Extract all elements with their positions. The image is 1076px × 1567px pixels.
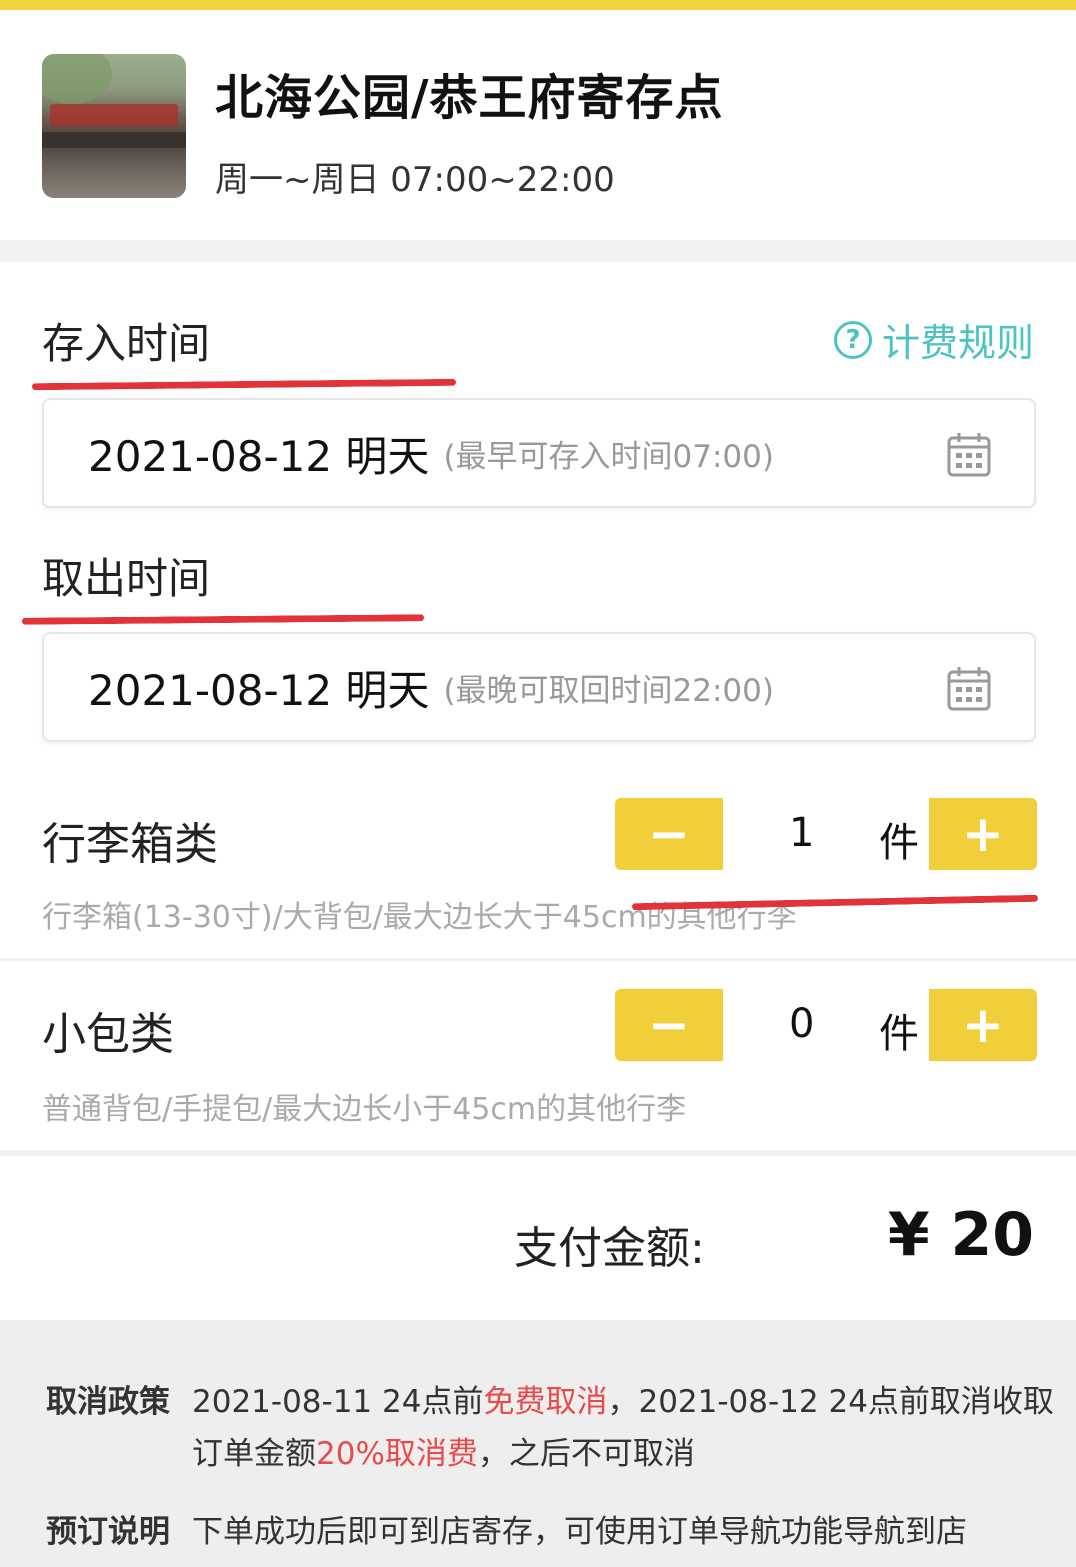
store-hours: 周一~周日 07:00~22:00 [215, 160, 615, 200]
luggage-quantity-field[interactable]: 1 件 [723, 798, 929, 870]
annotation-underline [31, 378, 457, 391]
top-accent-bar [0, 0, 1076, 10]
store-header: 北海公园/恭王府寄存点 周一~周日 07:00~22:00 [0, 10, 1076, 240]
deposit-date-value: 2021-08-12 明天 [88, 431, 430, 481]
cancel-policy-text: ，2021-08-12 24点前取消收取 [607, 1384, 1054, 1420]
divider [0, 958, 1076, 961]
deposit-date-picker[interactable]: 2021-08-12 明天 (最早可存入时间07:00) [42, 398, 1036, 508]
pickup-time-title: 取出时间 [42, 554, 211, 603]
fee-rule-label: 计费规则 [881, 321, 1034, 365]
booking-notes-text: 下单成功后即可到店寄存，可使用订单导航功能导航到店 [192, 1514, 967, 1550]
pickup-date-picker[interactable]: 2021-08-12 明天 (最晚可取回时间22:00) [42, 632, 1036, 742]
fee-rule-link[interactable]: ? 计费规则 [833, 312, 1034, 367]
question-icon: ? [833, 320, 872, 359]
small-bag-category-title: 小包类 [42, 1009, 174, 1060]
luggage-quantity-unit: 件 [879, 820, 919, 866]
luggage-quantity-stepper: − 1 件 + [615, 798, 1037, 870]
cancel-policy-line1: 2021-08-11 24点前免费取消，2021-08-12 24点前取消收取 [192, 1376, 1054, 1421]
luggage-category-title: 行李箱类 [42, 819, 218, 870]
cancel-policy-text: 2021-08-11 24点前 [192, 1384, 484, 1420]
cancel-policy-text: ，之后不可取消 [477, 1436, 695, 1472]
cancel-policy-line2: 订单金额20%取消费，之后不可取消 [192, 1428, 695, 1473]
store-name: 北海公园/恭王府寄存点 [215, 70, 724, 126]
pickup-date-value: 2021-08-12 明天 [88, 665, 430, 715]
annotation-underline [21, 614, 425, 625]
calendar-icon [947, 667, 991, 711]
policy-panel: 取消政策 2021-08-11 24点前免费取消，2021-08-12 24点前… [0, 1320, 1076, 1567]
luggage-quantity-value: 1 [789, 810, 815, 856]
small-bag-quantity-stepper: − 0 件 + [615, 989, 1037, 1061]
small-bag-increment-button[interactable]: + [929, 989, 1037, 1061]
deposit-date-hint: (最早可存入时间07:00) [443, 438, 774, 475]
section-gap [0, 240, 1076, 262]
luggage-decrement-button[interactable]: − [615, 798, 723, 870]
pickup-date-hint: (最晚可取回时间22:00) [443, 672, 774, 709]
small-bag-quantity-unit: 件 [879, 1011, 919, 1057]
free-cancel-highlight: 免费取消 [483, 1384, 608, 1420]
store-photo[interactable] [42, 54, 186, 198]
payment-label: 支付金额: [514, 1223, 705, 1274]
small-bag-quantity-value: 0 [789, 1001, 815, 1047]
luggage-increment-button[interactable]: + [929, 798, 1037, 870]
small-bag-decrement-button[interactable]: − [615, 989, 723, 1061]
small-bag-quantity-field[interactable]: 0 件 [723, 989, 929, 1061]
calendar-icon [947, 433, 991, 477]
deposit-time-title: 存入时间 [42, 319, 211, 368]
luggage-category-desc: 行李箱(13-30寸)/大背包/最大边长大于45cm的其他行李 [42, 900, 797, 935]
cancel-fee-highlight: 20%取消费 [316, 1436, 478, 1472]
cancel-policy-text: 订单金额 [192, 1436, 316, 1472]
section-gap [0, 1150, 1076, 1156]
small-bag-category-desc: 普通背包/手提包/最大边长小于45cm的其他行李 [42, 1092, 687, 1127]
booking-notes-label: 预订说明 [46, 1514, 170, 1550]
cancel-policy-label: 取消政策 [46, 1384, 170, 1420]
payment-amount: ¥ 20 [887, 1200, 1034, 1270]
